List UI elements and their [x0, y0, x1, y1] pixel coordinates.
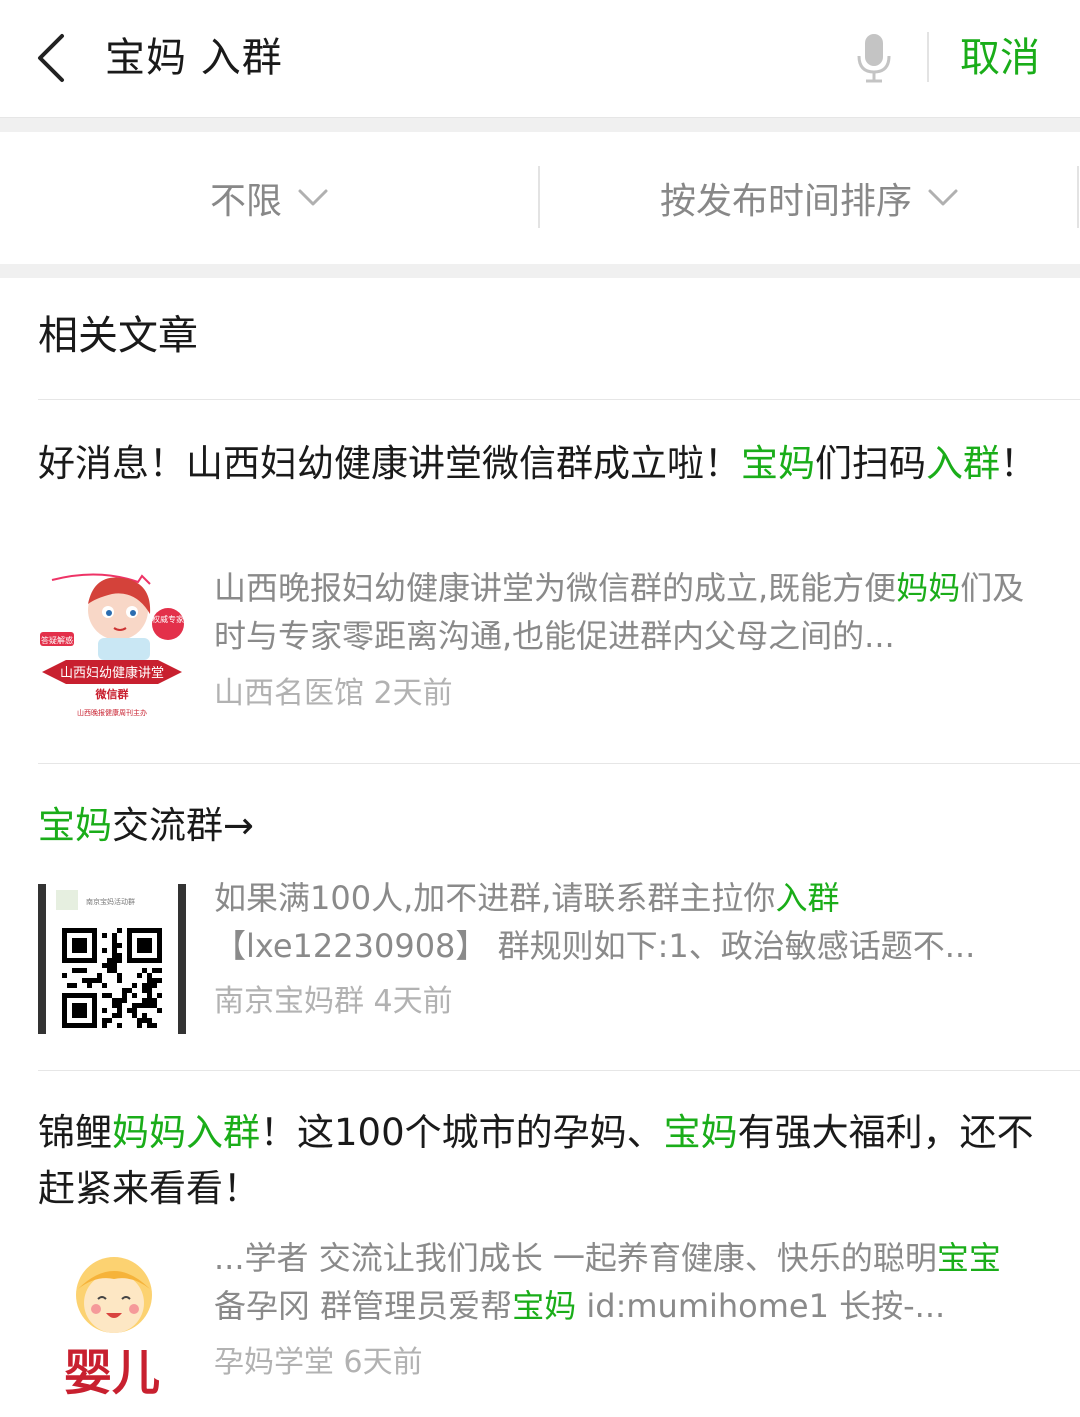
highlighted-keyword: 宝妈: [38, 804, 112, 847]
article-thumbnail: 婴儿: [38, 1249, 186, 1399]
highlighted-keyword: 入群: [775, 879, 840, 917]
highlighted-keyword: 宝宝: [936, 1239, 1001, 1277]
chevron-down-icon: [928, 189, 958, 206]
text-segment: 山西晚报妇幼健康讲堂为微信群的成立,既能方便: [214, 569, 897, 607]
chevron-down-icon: [298, 189, 328, 206]
sort-filter-dropdown[interactable]: 按发布时间排序: [541, 132, 1079, 264]
article-item[interactable]: 好消息！山西妇幼健康讲堂微信群成立啦！宝妈们扫码入群！ 权威专家 答疑解惑 山西…: [0, 400, 1080, 764]
article-source: 山西名医馆: [214, 676, 364, 711]
text-segment: 备孕冈 群管理员爱帮: [214, 1287, 513, 1325]
article-title: 锦鲤妈妈入群！这100个城市的孕妈、宝妈有强大福利，还不赶紧来看看！: [38, 1105, 1048, 1217]
divider: [0, 118, 1080, 132]
thumbnail-footer: 山西晚报健康周刊主办: [77, 708, 147, 717]
highlighted-keyword: 妈妈: [896, 569, 961, 607]
article-source: 南京宝妈群: [214, 984, 364, 1019]
baby-logo-image: 婴儿: [38, 1249, 186, 1399]
divider: [0, 264, 1080, 278]
chevron-left-icon: [38, 34, 64, 82]
thumbnail-logo-text: 婴儿: [64, 1345, 160, 1399]
article-description: 山西晚报妇幼健康讲堂为微信群的成立,既能方便妈妈们及时与专家零距离沟通,也能促进…: [214, 564, 1034, 660]
section-title: 相关文章: [38, 313, 198, 359]
article-item[interactable]: 锦鲤妈妈入群！这100个城市的孕妈、宝妈有强大福利，还不赶紧来看看！ 婴儿 ..…: [0, 1071, 1080, 1417]
text-segment: 如果满100人,加不进群,请联系群主拉你: [214, 879, 776, 917]
article-meta: 山西名医馆 2天前: [214, 672, 453, 716]
article-meta: 南京宝妈群 4天前: [214, 980, 453, 1024]
text-segment: 们扫码: [815, 442, 926, 485]
cancel-button[interactable]: 取消: [960, 30, 1040, 86]
thumbnail-badge: 权威专家: [152, 614, 184, 624]
text-segment: 交流群→: [112, 804, 255, 847]
back-button[interactable]: [28, 26, 78, 90]
microphone-icon: [857, 34, 891, 83]
article-title: 好消息！山西妇幼健康讲堂微信群成立啦！宝妈们扫码入群！: [38, 436, 1048, 492]
text-segment: ！这100个城市的孕妈、: [260, 1111, 664, 1154]
article-title: 宝妈交流群→: [38, 798, 1048, 854]
scope-filter-dropdown[interactable]: 不限: [0, 132, 540, 264]
scope-filter-label: 不限: [209, 181, 282, 222]
text-segment: ...学者 交流让我们成长 一起养育健康、快乐的聪明: [214, 1239, 937, 1277]
article-description: ...学者 交流让我们成长 一起养育健康、快乐的聪明宝宝 备孕冈 群管理员爱帮宝…: [214, 1234, 1034, 1330]
text-segment: ！: [1000, 442, 1037, 485]
thumbnail-image: 权威专家 答疑解惑 山西妇幼健康讲堂 微信群 山西晚报健康周刊主办: [38, 572, 186, 722]
search-input[interactable]: 宝妈 入群: [105, 30, 283, 86]
thumbnail-banner: 山西妇幼健康讲堂: [60, 665, 164, 681]
text-segment: 好消息！山西妇幼健康讲堂微信群成立啦！: [38, 442, 741, 485]
highlighted-keyword: 宝妈: [741, 442, 815, 485]
highlighted-keyword: 入群: [926, 442, 1000, 485]
divider: [538, 166, 540, 228]
article-source: 孕妈学堂: [214, 1345, 334, 1380]
article-time: 6天前: [343, 1345, 423, 1380]
article-thumbnail: 南京宝妈活动群: [38, 884, 186, 1034]
thumbnail-caption: 南京宝妈活动群: [86, 897, 135, 906]
article-description: 如果满100人,加不进群,请联系群主拉你入群【lxe12230908】 群规则如…: [214, 874, 1034, 970]
article-item[interactable]: 宝妈交流群→ 南京宝妈活动群 如果满100人,加不进群,请联系群主拉你入群【lx…: [0, 764, 1080, 1070]
article-meta: 孕妈学堂 6天前: [214, 1341, 423, 1385]
article-time: 4天前: [373, 984, 453, 1019]
text-segment: 锦鲤: [38, 1111, 112, 1154]
divider: [927, 32, 929, 82]
search-bar: 宝妈 入群 取消: [0, 0, 1080, 118]
divider: [1077, 166, 1079, 228]
thumbnail-tag: 答疑解惑: [41, 635, 73, 645]
sort-filter-label: 按发布时间排序: [659, 181, 912, 222]
text-segment: 【lxe12230908】 群规则如下:1、政治敏感话题不...: [214, 927, 976, 965]
filter-bar: 不限 按发布时间排序: [0, 132, 1080, 264]
highlighted-keyword: 妈妈入群: [112, 1111, 260, 1154]
microphone-button[interactable]: [848, 30, 900, 86]
qr-code-image: 南京宝妈活动群: [38, 884, 186, 1034]
article-thumbnail: 权威专家 答疑解惑 山西妇幼健康讲堂 微信群 山西晚报健康周刊主办: [38, 572, 186, 722]
highlighted-keyword: 宝妈: [512, 1287, 577, 1325]
text-segment: id:mumihome1 长按-...: [576, 1287, 946, 1325]
thumbnail-subtext: 微信群: [95, 687, 129, 701]
highlighted-keyword: 宝妈: [663, 1111, 738, 1154]
article-time: 2天前: [373, 676, 453, 711]
